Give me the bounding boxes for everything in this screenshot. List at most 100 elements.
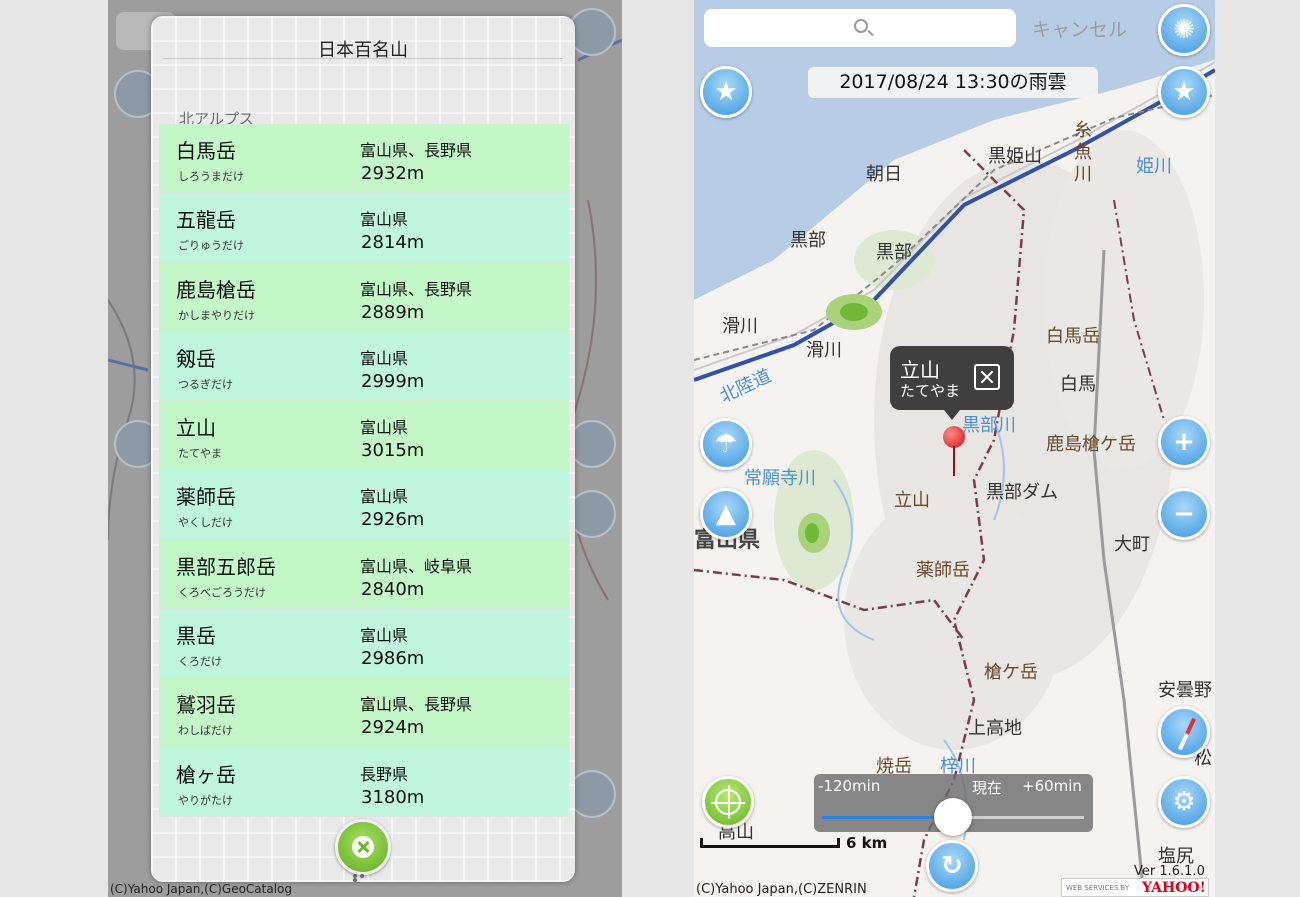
dimmed-radar-button [568, 8, 616, 56]
label-azumino: 安曇野 [1158, 680, 1212, 701]
label-joganjigawa: 常願寺川 [744, 468, 816, 489]
label-hakubadake: 白馬岳 [1046, 326, 1100, 347]
mountain-name: 鹿島槍岳 [176, 277, 256, 302]
star-plus-icon: ★ [714, 77, 738, 107]
mountain-prefecture: 長野県 [360, 764, 409, 784]
mountain-list-screen: 日本百名山 北アルプス 白馬岳 しろうまだけ 富山県、長野県 2932m 五龍岳 ごりゅう… [108, 0, 622, 897]
mountain-prefecture: 富山県、長野県 [360, 695, 473, 715]
label-kurobe-city: 黒部 [790, 230, 826, 251]
favorites-list-button[interactable]: ★ [1158, 66, 1210, 118]
label-tateyama: 立山 [894, 490, 930, 511]
mountain-name: 五龍岳 [176, 208, 236, 233]
mountain-name: 剱岳 [176, 346, 216, 371]
plus-icon: + [1173, 427, 1195, 457]
mountain-height: 2814m [361, 232, 425, 254]
compass-icon [1178, 717, 1196, 751]
mountain-prefecture: 富山県 [360, 626, 409, 646]
weather-pin-button[interactable]: ☂ [700, 418, 752, 470]
mountain-reading: かしまやりだけ [178, 308, 255, 322]
cancel-button[interactable]: キャンセル [1032, 15, 1127, 42]
mountain-reading: ごりゅうだけ [178, 239, 244, 253]
label-namerikawa-city: 滑川 [722, 316, 758, 337]
gear-icon: ⚙ [1172, 787, 1196, 817]
star-list-icon: ★ [1172, 77, 1196, 107]
page-indicator [353, 874, 373, 882]
zoom-out-button[interactable]: − [1158, 488, 1210, 540]
scale-label: 6 km [846, 834, 888, 852]
label-kamikochi: 上高地 [968, 718, 1022, 739]
compass-button[interactable] [1158, 706, 1210, 758]
settings-button[interactable]: ⚙ [1158, 776, 1210, 828]
mountain-prefecture: 富山県、長野県 [360, 141, 473, 160]
mountain-reading: つるぎだけ [178, 377, 233, 391]
version-label: Ver 1.6.1.0 [1134, 864, 1205, 879]
slider-start-label: -120min [818, 777, 881, 795]
map-pin-needle [953, 446, 955, 476]
mountain-row[interactable]: 鹿島槍岳かしまやりだけ 富山県、長野県 2889m [159, 262, 569, 332]
mountain-prefecture: 富山県、長野県 [360, 279, 473, 299]
label-kurohimeyama: 黒姫山 [988, 146, 1042, 167]
label-hakuba: 白馬 [1060, 374, 1096, 395]
mountain-name: 立山 [176, 416, 216, 441]
slider-now-label: 現在 [972, 779, 1003, 797]
mountain-prefecture: 富山県、岐阜県 [360, 556, 473, 576]
label-yarigatake: 槍ケ岳 [984, 662, 1038, 683]
refresh-icon: ↻ [941, 851, 963, 881]
yahoo-logo: YAHOO! [1142, 880, 1206, 896]
label-omachi: 大町 [1114, 534, 1150, 555]
mountain-prefecture: 富山県 [360, 348, 409, 368]
mountain-row[interactable]: 黒部五郎岳 くろべごろうだけ 富山県、岐阜県 2840m [159, 539, 569, 610]
mountain-reading: くろべごろうだけ [178, 585, 266, 599]
mountain-row[interactable]: 鷲羽岳 わしばだけ 富山県、長野県 2924m [159, 678, 569, 748]
dimmed-zoom-out-button [568, 490, 616, 538]
mountain-row[interactable]: 五龍岳 ごりゅうだけ 富山県 2814m [159, 193, 569, 263]
map-pin-icon[interactable] [943, 426, 965, 448]
current-location-button[interactable] [702, 776, 754, 828]
slider-end-label: +60min [1022, 777, 1082, 795]
mountain-name: 槍ヶ岳 [176, 762, 236, 787]
search-icon [854, 19, 868, 33]
minus-icon: − [1173, 499, 1195, 529]
mountain-row[interactable]: 立山 たてやま 富山県 3015m [159, 401, 569, 471]
close-button[interactable] [335, 819, 391, 875]
radar-time-slider: -120min 現在 +60min [814, 774, 1093, 836]
radar-button[interactable]: ✺ [1158, 4, 1210, 56]
map-copyright: (C)Yahoo Japan,(C)ZENRIN [696, 882, 867, 897]
label-namerikawa-station: 滑川 [806, 340, 842, 361]
mountain-reading: わしばだけ [178, 724, 233, 738]
label-kurobe-dam: 黒部ダム [986, 482, 1058, 503]
mountain-reading: しろうまだけ [178, 170, 244, 183]
mountain-height: 3015m [361, 440, 425, 462]
slider-thumb[interactable] [934, 798, 972, 836]
mountain-height: 2889m [361, 301, 425, 323]
zoom-in-button[interactable]: + [1158, 416, 1210, 468]
mountain-list-button[interactable]: ▲ [700, 488, 752, 540]
mountain-row[interactable]: 薬師岳 やくしだけ 富山県 2926m [159, 470, 569, 540]
mountain-height: 2924m [361, 717, 425, 739]
mountain-prefecture: 富山県 [360, 418, 409, 438]
mountain-height: 2926m [361, 509, 425, 531]
mountain-height: 3180m [361, 786, 425, 808]
callout-title: 立山 [900, 358, 940, 382]
mountain-row[interactable]: 白馬岳 しろうまだけ 富山県、長野県 2932m [159, 124, 569, 194]
refresh-button[interactable]: ↻ [926, 840, 978, 892]
label-asahi: 朝日 [866, 164, 902, 185]
mountain-row[interactable]: 剱岳つるぎだけ 富山県 2999m [159, 331, 569, 402]
callout-close-button[interactable] [974, 364, 1000, 390]
location-callout[interactable]: 立山 たてやま [890, 346, 1014, 420]
label-kashimayari: 鹿島槍ケ岳 [1046, 434, 1136, 455]
mountain-reading: くろだけ [178, 655, 222, 669]
search-input[interactable] [704, 9, 1016, 47]
add-favorite-button[interactable]: ★ [700, 66, 752, 118]
mountain-list-modal: 日本百名山 北アルプス 白馬岳 しろうまだけ 富山県、長野県 2932m 五龍岳 ごりゅう… [151, 16, 575, 882]
mountain-row[interactable]: 黒岳 くろだけ 富山県 2986m [159, 609, 569, 679]
radar-timestamp: 2017/08/24 13:30の雨雲 [808, 67, 1098, 98]
mountain-height: 2986m [361, 648, 425, 670]
yahoo-credit-badge[interactable]: WEB SERVICES BY YAHOO! [1061, 878, 1209, 897]
mountain-reading: やりがたけ [178, 793, 233, 807]
mountain-icon: ▲ [716, 499, 736, 529]
label-himekawa: 姫川 [1136, 156, 1172, 177]
label-kurobegawa: 黒部川 [962, 415, 1016, 436]
mountain-height: 2999m [361, 370, 425, 392]
mountain-row[interactable]: 槍ヶ岳やりがたけ 長野県 3180m [159, 747, 569, 817]
